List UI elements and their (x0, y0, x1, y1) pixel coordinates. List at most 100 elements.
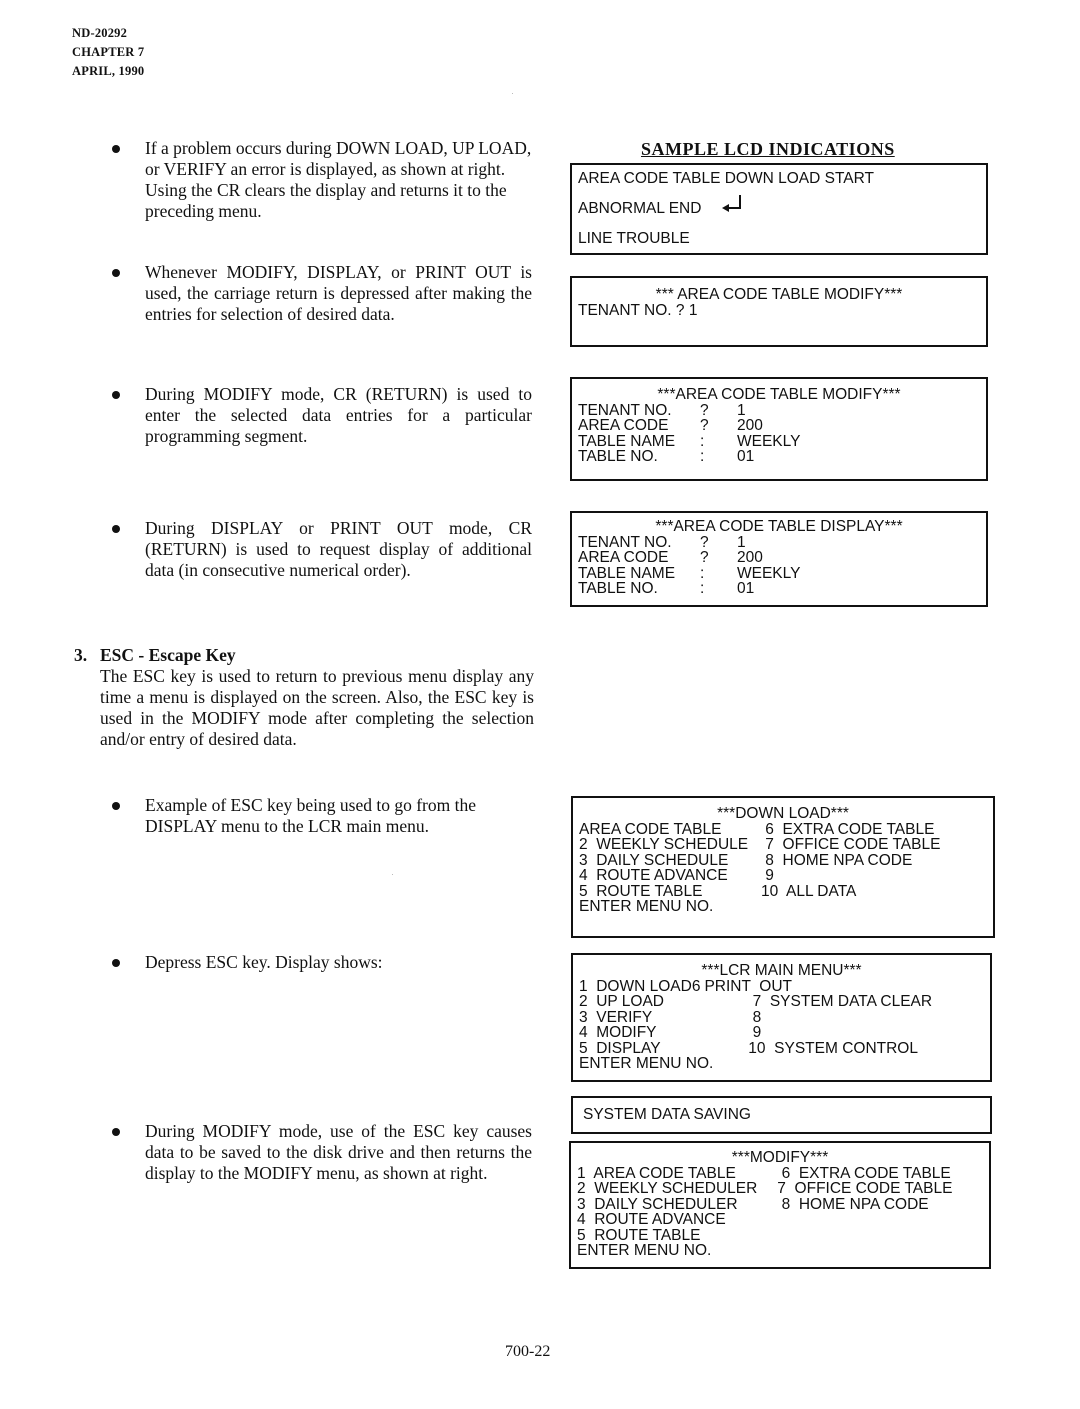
lcd-line-text: ABNORMAL END (578, 200, 702, 218)
menu-item: 3 VERIFY (579, 1008, 653, 1026)
menu-item: 1 AREA CODE TABLE (577, 1164, 736, 1182)
menu-row: 5 DISPLAY 10 SYSTEM CONTROL (579, 1039, 984, 1057)
bullet-icon (112, 269, 120, 277)
menu-row: 5 ROUTE TABLE 10 ALL DATA (579, 883, 987, 900)
bullet-text: During DISPLAY or PRINT OUT mode, CR (RE… (145, 518, 532, 580)
menu-row: 3 DAILY SCHEDULER 8 HOME NPA CODE (577, 1195, 983, 1213)
lcd-title: ***AREA CODE TABLE MODIFY*** (657, 386, 901, 403)
bullet-text: Whenever MODIFY, DISPLAY, or PRINT OUT i… (145, 262, 532, 324)
menu-row: 2 UP LOAD 7 SYSTEM DATA CLEAR (579, 994, 984, 1010)
menu-item: 3 DAILY SCHEDULER (577, 1195, 738, 1213)
lcd-row: AREA CODE? 200 (578, 418, 980, 434)
lcd-modify-prompt: *** AREA CODE TABLE MODIFY*** TENANT NO.… (570, 276, 988, 347)
lcd-title: ***LCR MAIN MENU*** (701, 962, 862, 979)
field-separator: : (700, 564, 705, 582)
bullet-icon (112, 391, 120, 399)
return-arrow-icon (720, 193, 744, 225)
lcd-line: TENANT NO. ? 1 (578, 301, 698, 319)
lcd-line: SYSTEM DATA SAVING (583, 1106, 751, 1123)
bullet-text: Example of ESC key being used to go from… (145, 795, 476, 836)
bullet-text: During MODIFY mode, use of the ESC key c… (145, 1121, 532, 1183)
bullet-error-display: If a problem occurs during DOWN LOAD, UP… (112, 138, 532, 222)
menu-item: 9 (761, 867, 774, 884)
lcd-row: TABLE NAME: WEEKLY (578, 564, 980, 582)
menu-item: 9 (744, 1024, 762, 1041)
menu-item: 7 OFFICE CODE TABLE (761, 836, 941, 853)
field-separator: : (700, 580, 705, 597)
field-label: TABLE NAME (578, 564, 676, 582)
field-separator: ? (700, 533, 709, 551)
lcd-line: AREA CODE TABLE DOWN LOAD START (578, 170, 874, 187)
lcd-row: TABLE NO.: 01 (578, 581, 980, 597)
menu-row: 5 ROUTE TABLE (577, 1226, 983, 1244)
section-body: The ESC key is used to return to previou… (100, 666, 534, 749)
menu-item: 8 (744, 1008, 762, 1026)
field-separator: : (700, 432, 705, 450)
field-value: 1 (737, 401, 746, 419)
menu-item: PRINT OUT (704, 977, 793, 995)
lcd-download-menu: ***DOWN LOAD*** AREA CODE TABLE 6 EXTRA … (571, 796, 995, 938)
menu-item: 1 DOWN LOAD6 (579, 977, 701, 995)
lcd-modify-menu: ***MODIFY*** 1 AREA CODE TABLE 6 EXTRA C… (569, 1141, 991, 1269)
lcd-row: TENANT NO.? 1 (578, 401, 980, 419)
lcd-title: ***DOWN LOAD*** (717, 805, 849, 822)
bullet-icon (112, 145, 120, 153)
menu-item: 6 EXTRA CODE TABLE (761, 820, 935, 838)
lcd-title: *** AREA CODE TABLE MODIFY*** (655, 286, 903, 303)
lcd-row: TABLE NAME: WEEKLY (578, 432, 980, 450)
lcd-modify-display: ***AREA CODE TABLE MODIFY*** TENANT NO.?… (570, 377, 988, 481)
page-number: 700-22 (505, 1343, 551, 1360)
section-number: 3. (74, 645, 88, 665)
field-separator: : (700, 448, 705, 465)
menu-row: 2 WEEKLY SCHEDULE 7 OFFICE CODE TABLE (579, 837, 987, 853)
menu-item: 7 SYSTEM DATA CLEAR (744, 993, 933, 1010)
field-label: TABLE NO. (578, 580, 658, 597)
field-label: TABLE NO. (578, 448, 658, 465)
menu-item: AREA CODE TABLE (579, 820, 722, 838)
field-value: WEEKLY (737, 564, 801, 582)
document-header: ND-20292 CHAPTER 7 APRIL, 1990 (72, 24, 144, 81)
bullet-display-mode: During DISPLAY or PRINT OUT mode, CR (RE… (112, 518, 532, 581)
lcd-row: AREA CODE? 200 (578, 550, 980, 566)
menu-row: 4 MODIFY 9 (579, 1025, 984, 1041)
field-value: 01 (737, 448, 755, 465)
lcd-main-menu: ***LCR MAIN MENU*** 1 DOWN LOAD6 PRINT OU… (571, 953, 992, 1082)
menu-row: AREA CODE TABLE 6 EXTRA CODE TABLE (579, 820, 987, 838)
bullet-text: During MODIFY mode, CR (RETURN) is used … (145, 384, 532, 446)
menu-item: 2 WEEKLY SCHEDULE (579, 836, 749, 853)
lcd-line: LINE TROUBLE (578, 230, 690, 247)
field-value: WEEKLY (737, 432, 801, 450)
menu-item: 6 EXTRA CODE TABLE (773, 1164, 951, 1182)
lcd-display-display: ***AREA CODE TABLE DISPLAY*** TENANT NO.… (570, 511, 988, 607)
field-label: TABLE NAME (578, 432, 676, 450)
lcd-title: ***AREA CODE TABLE DISPLAY*** (655, 518, 903, 535)
menu-row: 2 WEEKLY SCHEDULER 7 OFFICE CODE TABLE (577, 1181, 983, 1197)
field-label: TENANT NO. (578, 533, 672, 551)
document-date: APRIL, 1990 (72, 64, 145, 78)
menu-item: 5 ROUTE TABLE (577, 1226, 701, 1244)
lcd-saving-display: SYSTEM DATA SAVING (571, 1096, 992, 1134)
bullet-icon (112, 959, 120, 967)
bullet-depress-esc: Depress ESC key. Display shows: (112, 952, 532, 973)
menu-item: 10 SYSTEM CONTROL (744, 1039, 918, 1057)
field-label: AREA CODE (578, 417, 669, 434)
menu-item: 4 ROUTE ADVANCE (579, 867, 728, 884)
bullet-modify-esc: During MODIFY mode, use of the ESC key c… (112, 1121, 532, 1184)
menu-item: 8 HOME NPA CODE (773, 1195, 929, 1213)
menu-row: 4 ROUTE ADVANCE 9 (579, 868, 987, 884)
menu-row: 3 VERIFY 8 (579, 1008, 984, 1026)
document-number: ND-20292 (72, 26, 128, 40)
menu-item: 4 ROUTE ADVANCE (577, 1211, 726, 1228)
bullet-text: Depress ESC key. Display shows: (145, 952, 383, 972)
field-label: TENANT NO. (578, 401, 672, 419)
field-value: 1 (737, 533, 746, 551)
menu-item: 2 WEEKLY SCHEDULER (577, 1180, 758, 1197)
bullet-esc-example: Example of ESC key being used to go from… (112, 795, 532, 837)
section-title: ESC - Escape Key (100, 645, 236, 665)
menu-prompt: ENTER MENU NO. (579, 1055, 714, 1072)
bullet-icon (112, 802, 120, 810)
lcd-title: ***MODIFY*** (731, 1149, 829, 1166)
field-label: AREA CODE (578, 549, 669, 566)
menu-row: 4 ROUTE ADVANCE (577, 1212, 983, 1228)
menu-row: 3 DAILY SCHEDULE 8 HOME NPA CODE (579, 852, 987, 869)
